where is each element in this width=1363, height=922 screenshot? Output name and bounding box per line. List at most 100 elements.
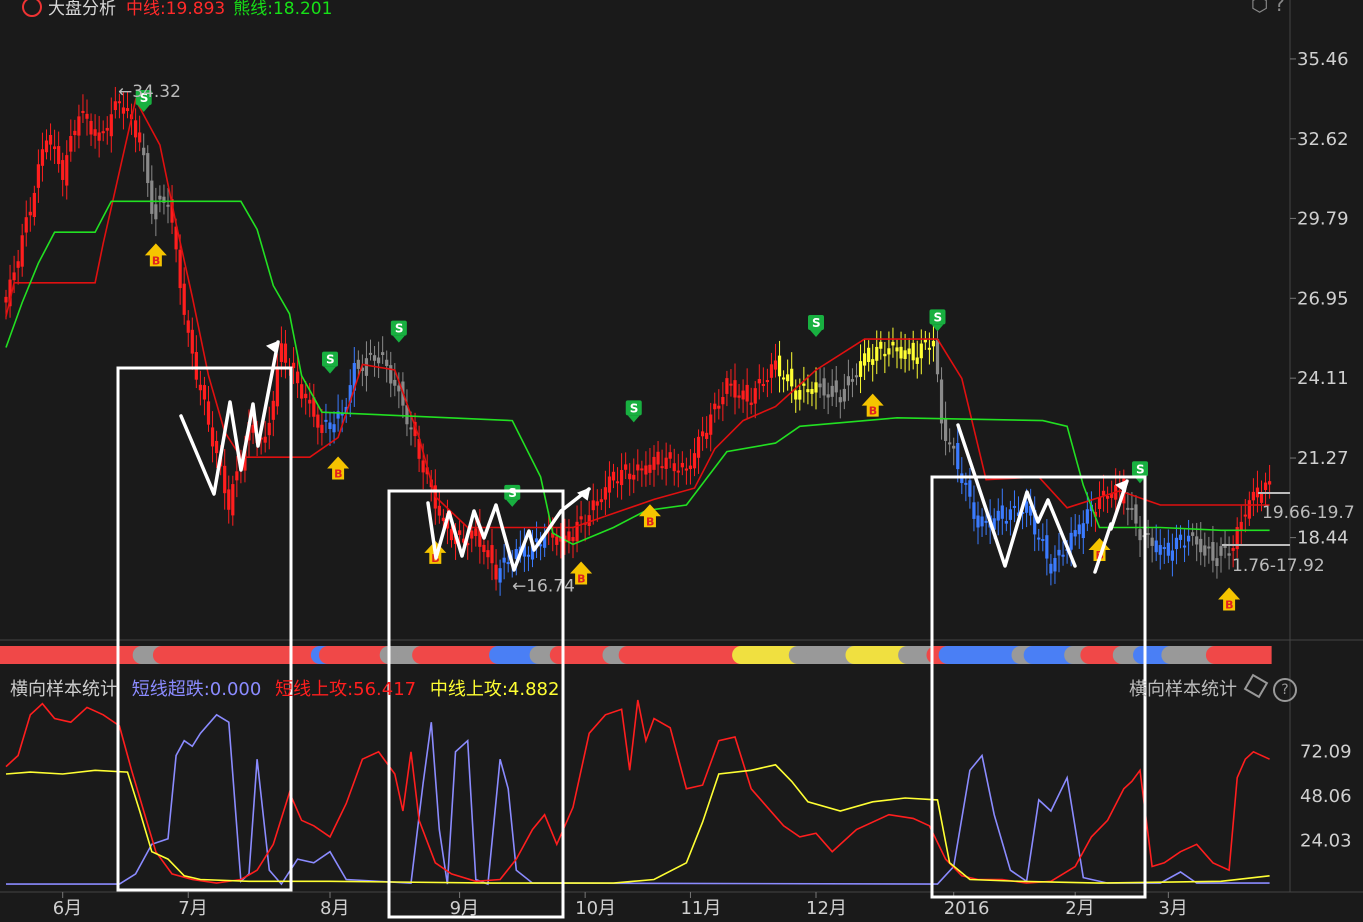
strip-joint xyxy=(938,646,957,664)
candle-body xyxy=(328,422,332,429)
candle-body xyxy=(235,471,239,481)
candle-body xyxy=(1231,548,1235,551)
candle-body xyxy=(271,400,275,420)
candle-body xyxy=(482,544,486,553)
time-tick-label: 3月 xyxy=(1158,898,1187,919)
candle-body xyxy=(1061,554,1065,557)
candle-body xyxy=(879,341,883,349)
candle-body xyxy=(1158,545,1162,555)
candle-body xyxy=(806,389,810,393)
candle-body xyxy=(73,130,77,136)
candle-body xyxy=(737,395,741,398)
sell-signal-letter: S xyxy=(934,310,943,324)
question-circle-icon[interactable]: ? xyxy=(1273,678,1297,702)
candle-body xyxy=(437,505,441,516)
candle-body xyxy=(1239,521,1243,531)
candle-body xyxy=(822,378,826,396)
candle-body xyxy=(368,352,373,355)
candle-body xyxy=(976,515,980,528)
candle-body xyxy=(24,217,28,233)
buy-signal-letter: B xyxy=(334,467,342,480)
candle-body xyxy=(320,424,324,433)
time-tick-label: 2月 xyxy=(1065,898,1094,919)
buy-signal-letter: B xyxy=(869,405,877,418)
candle-body xyxy=(16,261,20,268)
candle-body xyxy=(332,424,336,433)
candle-body xyxy=(863,353,867,366)
candle-body xyxy=(660,466,664,469)
candle-body xyxy=(1085,509,1089,524)
time-tick-label: 10月 xyxy=(575,898,616,919)
strip-joint xyxy=(1161,646,1180,664)
candle-body xyxy=(32,192,36,217)
price-tick-label: 29.79 xyxy=(1297,208,1349,229)
candle-body xyxy=(441,517,445,522)
candle-body xyxy=(308,399,312,404)
candle-body xyxy=(729,383,733,386)
buy-signal-letter: B xyxy=(1225,599,1233,612)
candle-body xyxy=(944,418,948,441)
candle-body xyxy=(138,132,142,143)
arrowhead-icon xyxy=(265,340,280,354)
candle-body xyxy=(377,357,381,364)
candle-body xyxy=(603,487,607,500)
candle-body xyxy=(458,530,462,535)
candle-body xyxy=(664,457,668,469)
candle-body xyxy=(296,371,300,384)
time-tick-label: 12月 xyxy=(806,898,847,919)
candle-body xyxy=(692,453,697,469)
candle-body xyxy=(705,432,709,439)
candle-body xyxy=(846,376,850,386)
candle-body xyxy=(89,120,93,135)
candle-body xyxy=(644,465,648,475)
candle-body xyxy=(93,129,97,136)
candle-body xyxy=(899,346,903,359)
candle-body xyxy=(381,352,385,356)
price-tick-label: 35.46 xyxy=(1297,49,1349,70)
signal-color-strip xyxy=(0,646,1272,664)
buy-signal-letter: B xyxy=(577,572,585,585)
candle-body xyxy=(919,343,923,359)
candle-body xyxy=(385,359,389,367)
indicator-tick-label: 48.06 xyxy=(1300,786,1352,807)
price-annotation: 19.66-19.7 xyxy=(1262,503,1355,523)
candle-body xyxy=(769,364,774,378)
candle-body xyxy=(607,476,612,493)
strip-joint xyxy=(489,646,508,664)
candle-body xyxy=(186,320,190,333)
candle-body xyxy=(1041,539,1045,542)
candle-body xyxy=(956,443,960,470)
candle-body xyxy=(146,153,150,184)
buy-signal-letter: B xyxy=(646,515,654,528)
candle-body xyxy=(1073,530,1077,537)
candle-body xyxy=(996,510,1000,521)
candle-body xyxy=(952,445,956,449)
candle-body xyxy=(676,470,680,473)
candle-body xyxy=(725,378,729,394)
candle-body xyxy=(40,149,45,166)
candle-body xyxy=(502,557,506,563)
sell-signal-letter: S xyxy=(395,322,404,336)
candle-body xyxy=(964,482,968,485)
candle-body xyxy=(194,352,198,380)
candle-body xyxy=(1251,491,1255,501)
candle-body xyxy=(1097,497,1102,510)
chart-canvas[interactable]: 35.46 32.62 29.79 26.95 24.11 21.27 18.44 B S S B S… xyxy=(0,0,1363,922)
candle-body xyxy=(304,393,308,399)
candle-body xyxy=(915,357,919,364)
strip-joint xyxy=(1080,646,1099,664)
candle-body xyxy=(684,468,688,471)
candle-body xyxy=(717,405,721,409)
candle-body xyxy=(810,389,814,394)
sub-panel-right-label: 横向样本统计 xyxy=(1129,679,1237,700)
candle-body xyxy=(198,384,202,391)
candle-body xyxy=(526,554,531,557)
strip-segment xyxy=(421,646,499,664)
candle-body xyxy=(648,464,652,473)
time-tick-label: 11月 xyxy=(680,898,721,919)
candle-body xyxy=(1049,563,1053,574)
hexagon-settings-icon[interactable] xyxy=(1243,673,1269,699)
candle-body xyxy=(1069,532,1073,550)
sub-panel-name: 横向样本统计 xyxy=(10,679,118,700)
candle-body xyxy=(210,427,215,447)
